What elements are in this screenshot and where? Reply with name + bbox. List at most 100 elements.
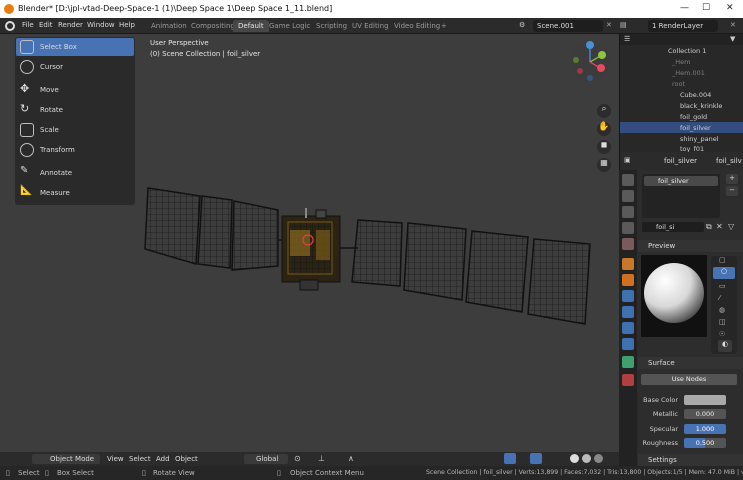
sphere-preview-button[interactable]: ○ <box>713 267 735 279</box>
render-layer-icon[interactable]: ▤ <box>620 21 627 29</box>
menu-object[interactable]: Object <box>175 455 198 463</box>
constraints-tab-icon[interactable] <box>622 338 634 350</box>
snap-icon[interactable]: ⊥ <box>318 454 325 463</box>
delete-render-layer-icon[interactable]: ✕ <box>730 21 736 29</box>
tab-compositing[interactable]: Compositing <box>186 20 240 32</box>
modifier-tab-icon[interactable] <box>622 290 634 302</box>
view-layer-tab-icon[interactable] <box>622 222 634 234</box>
menu-file[interactable]: File <box>22 21 34 29</box>
menu-view[interactable]: View <box>107 455 124 463</box>
material-tab-icon[interactable] <box>622 374 634 386</box>
surface-section-header[interactable]: Surface <box>638 357 743 369</box>
menu-select[interactable]: Select <box>129 455 151 463</box>
rendered-shading-icon[interactable] <box>594 454 603 463</box>
tool-select-box[interactable]: Select Box <box>16 38 134 56</box>
output-tab-icon[interactable] <box>622 206 634 218</box>
use-nodes-button[interactable]: Use Nodes <box>641 374 737 385</box>
outliner-item[interactable]: _Hem.001 <box>620 67 743 78</box>
maximize-button[interactable]: ☐ <box>702 3 710 13</box>
delete-scene-icon[interactable]: ✕ <box>606 21 612 29</box>
base-color-swatch[interactable] <box>684 395 726 405</box>
menu-edit[interactable]: Edit <box>39 21 53 29</box>
outliner-item[interactable]: Collection 1 <box>620 45 743 56</box>
orientation-selector[interactable]: Global <box>244 454 288 464</box>
metallic-field[interactable]: 0.000 <box>684 409 726 419</box>
hair-preview-icon[interactable]: ⁄ <box>719 294 720 302</box>
mode-selector[interactable]: Object Mode <box>32 454 100 464</box>
tab-uv-editing[interactable]: UV Editing <box>347 20 394 32</box>
menu-window[interactable]: Window <box>87 21 115 29</box>
data-tab-icon[interactable] <box>622 356 634 368</box>
render-layer-selector[interactable]: 1 RenderLayer <box>648 20 718 32</box>
shaderball-preview-icon[interactable]: ◍ <box>719 306 725 314</box>
outliner-item[interactable]: _Hem <box>620 56 743 67</box>
outliner-item[interactable]: shiny_panel <box>620 133 743 144</box>
gizmo-toggle[interactable] <box>530 453 542 464</box>
blender-menu-icon[interactable] <box>5 21 15 31</box>
menu-help[interactable]: Help <box>119 21 135 29</box>
tool-transform[interactable]: Transform <box>16 141 134 159</box>
tool-move[interactable]: ✥ Move <box>16 81 134 99</box>
material-datablock-field[interactable]: foil_si <box>642 222 704 232</box>
cloth-preview-icon[interactable]: ◫ <box>719 318 726 326</box>
world-tab-icon[interactable] <box>622 258 634 270</box>
scene-icon[interactable]: ⚙ <box>519 21 525 29</box>
menu-add[interactable]: Add <box>156 455 170 463</box>
material-shading-icon[interactable] <box>582 454 591 463</box>
tab-animation[interactable]: Animation <box>146 20 192 32</box>
outliner-item-selected[interactable]: foil_silver <box>620 122 743 133</box>
scene-tab-icon[interactable] <box>622 238 634 250</box>
menu-render[interactable]: Render <box>58 21 83 29</box>
navigation-gizmo[interactable] <box>570 41 610 82</box>
object-tab-icon[interactable] <box>622 274 634 286</box>
camera-view-icon[interactable]: ◼ <box>597 140 611 154</box>
material-slot-list[interactable]: foil_silver <box>642 174 720 218</box>
tool-annotate[interactable]: ✎ Annotate <box>16 164 134 182</box>
pivot-icon[interactable]: ⊙ <box>294 454 301 463</box>
pan-hand-icon[interactable]: ✋ <box>597 122 611 136</box>
tab-game-logic[interactable]: Game Logic <box>264 20 315 32</box>
solid-shading-icon[interactable] <box>570 454 579 463</box>
outliner-item[interactable]: toy_f01 <box>620 144 743 152</box>
browse-material-icon[interactable]: ▽ <box>728 222 734 231</box>
filter-icon[interactable]: ▼ <box>730 35 735 43</box>
outliner-item[interactable]: foil_gold <box>620 111 743 122</box>
outliner-item[interactable]: Cube.004 <box>620 89 743 100</box>
tool-cursor[interactable]: Cursor <box>16 58 134 76</box>
outliner-editor-icon[interactable]: ☰ <box>624 35 630 43</box>
viewport-header: Object Mode View Select Add Object Globa… <box>0 452 619 466</box>
flat-preview-icon[interactable]: ▢ <box>719 256 726 264</box>
zoom-icon[interactable]: ⌕ <box>597 104 611 118</box>
world-lighting-icon[interactable]: ◐ <box>718 340 732 352</box>
tool-rotate[interactable]: ↻ Rotate <box>16 101 134 119</box>
scene-selector[interactable]: Scene.001 <box>533 20 603 32</box>
outliner-item[interactable]: black_krinkle <box>620 100 743 111</box>
cube-preview-icon[interactable]: ▭ <box>719 282 726 290</box>
tab-scripting[interactable]: Scripting <box>311 20 352 32</box>
tool-tab-icon[interactable] <box>622 174 634 186</box>
overlay-toggle[interactable] <box>504 453 516 464</box>
add-workspace-button[interactable]: + <box>436 20 452 32</box>
ortho-grid-icon[interactable]: ▦ <box>597 158 611 172</box>
close-button[interactable]: ✕ <box>726 3 734 13</box>
properties-editor-icon[interactable]: ▣ <box>624 156 631 164</box>
tool-scale[interactable]: Scale <box>16 121 134 139</box>
proportional-edit-icon[interactable]: ∧ <box>348 454 354 463</box>
specular-field[interactable]: 1.000 <box>684 424 726 434</box>
fluid-preview-icon[interactable]: ☉ <box>719 330 725 338</box>
preview-section-header[interactable]: Preview <box>638 240 743 252</box>
outliner-item[interactable]: root <box>620 78 743 89</box>
roughness-field[interactable]: 0.500 <box>684 438 726 448</box>
settings-section-header[interactable]: Settings <box>638 454 743 466</box>
unlink-material-icon[interactable]: ✕ <box>716 222 723 231</box>
physics-tab-icon[interactable] <box>622 322 634 334</box>
status-context-menu: Object Context Menu <box>290 469 364 477</box>
particles-tab-icon[interactable] <box>622 306 634 318</box>
tool-measure[interactable]: 📐 Measure <box>16 184 134 202</box>
render-tab-icon[interactable] <box>622 190 634 202</box>
add-slot-button[interactable]: + <box>726 174 738 184</box>
minimize-button[interactable]: — <box>680 3 689 13</box>
material-slot-item[interactable]: foil_silver <box>644 176 718 186</box>
remove-slot-button[interactable]: − <box>726 186 738 196</box>
copy-material-icon[interactable]: ⧉ <box>706 222 712 232</box>
